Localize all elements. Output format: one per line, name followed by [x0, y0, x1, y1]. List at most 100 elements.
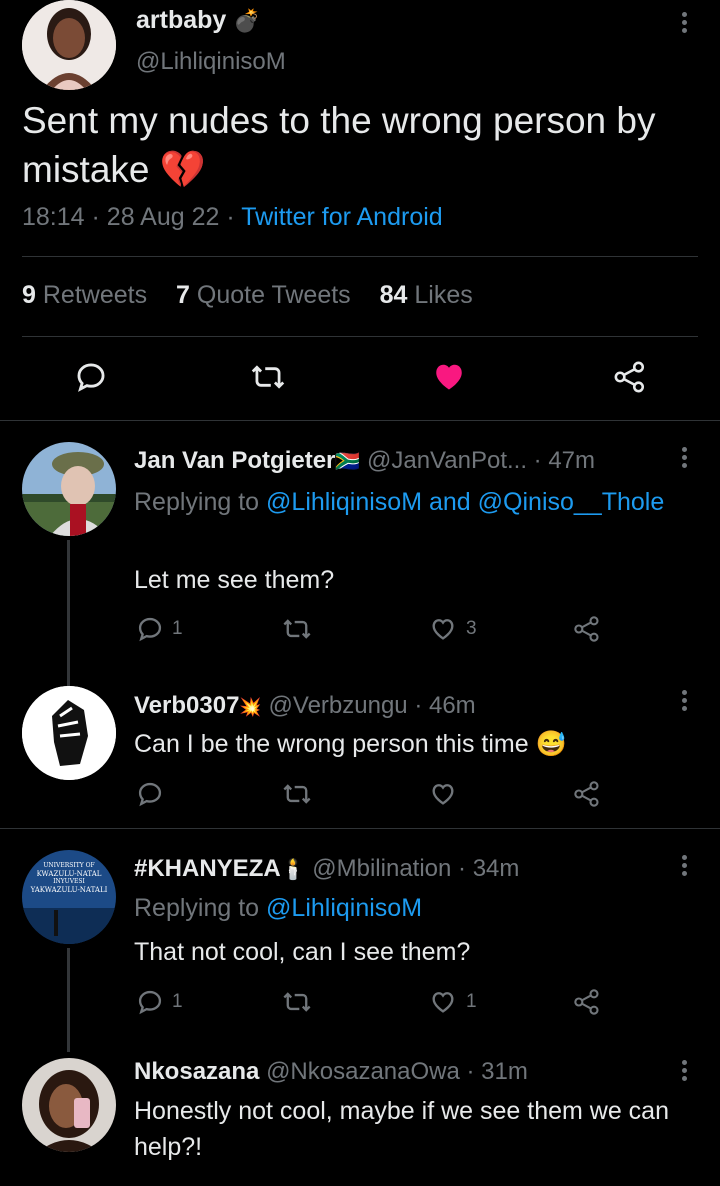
reply-text: Can I be the wrong person this time 😅	[134, 726, 567, 762]
divider	[22, 336, 698, 337]
mention-link[interactable]: @Qiniso__Thole	[478, 488, 665, 516]
replying-to: Replying to @LihliqinisoM and @Qiniso__T…	[134, 484, 694, 521]
reply-text: Honestly not cool, maybe if we see them …	[134, 1097, 669, 1161]
reply-author-handle[interactable]: @Verbzungu	[269, 692, 408, 719]
more-options-icon[interactable]	[682, 855, 690, 879]
more-options-icon[interactable]	[682, 447, 690, 471]
reply-author-handle[interactable]: @Mbilination	[312, 855, 451, 882]
share-icon[interactable]	[572, 780, 602, 808]
reply-icon	[136, 615, 164, 643]
author-avatar[interactable]	[22, 0, 116, 90]
divider	[22, 256, 698, 257]
likes-stat[interactable]: 84 Likes	[380, 281, 473, 309]
more-options-icon[interactable]	[682, 12, 690, 36]
reply-avatar[interactable]: UNIVERSITY OF KWAZULU-NATAL INYUVESI YAK…	[22, 850, 116, 944]
meta-separator: ·	[91, 203, 100, 231]
like-action[interactable]: 1	[428, 988, 477, 1016]
heart-icon	[428, 615, 458, 643]
thread-line	[67, 540, 70, 686]
meta-separator: ·	[226, 203, 235, 231]
reply-avatar[interactable]	[22, 442, 116, 536]
retweet-icon[interactable]	[250, 360, 286, 394]
replying-to-label: Replying to	[134, 894, 260, 922]
like-count: 1	[466, 991, 477, 1012]
retweet-action[interactable]	[282, 988, 320, 1016]
retweets-label: Retweets	[42, 281, 148, 309]
replying-and[interactable]: and	[429, 488, 471, 516]
like-action[interactable]	[428, 780, 466, 808]
tweet-time[interactable]: 18:14	[22, 203, 85, 231]
reply-action[interactable]: 1	[136, 988, 183, 1016]
reply-header: Jan Van Potgieter🇿🇦 @JanVanPot... · 47m	[134, 447, 595, 475]
reply-action[interactable]: 1	[136, 615, 183, 643]
retweets-count: 9	[22, 281, 36, 309]
like-count: 3	[466, 618, 477, 639]
reply-header: #KHANYEZA🕯️ @Mbilination · 34m	[134, 855, 519, 883]
retweet-icon	[282, 615, 312, 643]
reply-count: 1	[172, 991, 183, 1012]
quotes-label: Quote Tweets	[196, 281, 351, 309]
divider	[0, 828, 720, 829]
thread-line	[67, 948, 70, 1052]
retweets-stat[interactable]: 9 Retweets	[22, 281, 147, 309]
reply-author-name[interactable]: #KHANYEZA	[134, 855, 281, 882]
heart-icon	[428, 780, 458, 808]
more-options-icon[interactable]	[682, 1060, 690, 1084]
share-icon[interactable]	[612, 360, 648, 394]
reply-author-handle[interactable]: @NkosazanaOwa	[266, 1058, 460, 1085]
bomb-emoji-icon: 💣	[233, 8, 261, 33]
reply-author-name[interactable]: Nkosazana	[134, 1058, 259, 1085]
reply-header: Nkosazana @NkosazanaOwa · 31m	[134, 1058, 528, 1086]
tweet-stats: 9 Retweets 7 Quote Tweets 84 Likes	[22, 281, 473, 310]
divider	[0, 420, 720, 421]
south-africa-flag-icon: 🇿🇦	[335, 451, 361, 473]
tweet-text: Sent my nudes to the wrong person by mis…	[22, 96, 702, 194]
mention-link[interactable]: @LihliqinisoM	[266, 894, 422, 922]
reply-icon[interactable]	[74, 360, 108, 394]
sparkle-badge-icon: 💥	[239, 697, 262, 717]
reply-time[interactable]: · 34m	[458, 855, 519, 882]
heart-icon	[428, 988, 458, 1016]
share-icon[interactable]	[572, 615, 602, 643]
reply-icon	[136, 988, 164, 1016]
quotes-stat[interactable]: 7 Quote Tweets	[176, 281, 351, 309]
avatar-logo-text: UNIVERSITY OF	[43, 862, 95, 869]
retweet-action[interactable]	[282, 615, 320, 643]
author-name[interactable]: artbaby 💣	[136, 6, 261, 35]
reply-count: 1	[172, 618, 183, 639]
likes-label: Likes	[414, 281, 473, 309]
replying-to: Replying to @LihliqinisoM	[134, 894, 422, 923]
quotes-count: 7	[176, 281, 190, 309]
author-handle[interactable]: @LihliqinisoM	[136, 48, 286, 76]
reply-avatar[interactable]	[22, 1058, 116, 1152]
tweet-date[interactable]: 28 Aug 22	[107, 203, 220, 231]
broken-heart-emoji-icon: 💔	[159, 149, 206, 190]
likes-count: 84	[379, 281, 408, 309]
reply-time[interactable]: · 46m	[414, 692, 475, 719]
reply-icon	[136, 780, 164, 808]
reply-header: Verb0307💥 @Verbzungu · 46m	[134, 692, 476, 720]
retweet-icon	[282, 988, 312, 1016]
more-options-icon[interactable]	[682, 690, 690, 714]
share-icon[interactable]	[572, 988, 602, 1016]
like-icon-filled[interactable]	[430, 358, 468, 394]
avatar-logo-text: KWAZULU-NATAL	[36, 870, 102, 878]
author-display-name[interactable]: artbaby	[136, 6, 226, 34]
reply-avatar[interactable]	[22, 686, 116, 780]
retweet-action[interactable]	[282, 780, 320, 808]
reply-author-name[interactable]: Jan Van Potgieter	[134, 447, 335, 474]
reply-time[interactable]: · 31m	[467, 1058, 528, 1085]
reply-action[interactable]	[136, 780, 172, 808]
like-action[interactable]: 3	[428, 615, 477, 643]
reply-body: Can I be the wrong person this time	[134, 730, 529, 758]
reply-author-name[interactable]: Verb0307	[134, 692, 239, 719]
reply-time[interactable]: · 47m	[534, 447, 595, 474]
avatar-logo-text: YAKWAZULU-NATALI	[30, 886, 108, 894]
mention-link[interactable]: @LihliqinisoM	[266, 488, 422, 516]
tweet-body: Sent my nudes to the wrong person by mis…	[22, 100, 656, 190]
tweet-source-link[interactable]: Twitter for Android	[241, 203, 442, 231]
reply-text: Let me see them?	[134, 566, 335, 594]
retweet-icon	[282, 780, 312, 808]
reply-text: That not cool, can I see them?	[134, 938, 471, 966]
reply-author-handle[interactable]: @JanVanPot...	[367, 447, 527, 474]
